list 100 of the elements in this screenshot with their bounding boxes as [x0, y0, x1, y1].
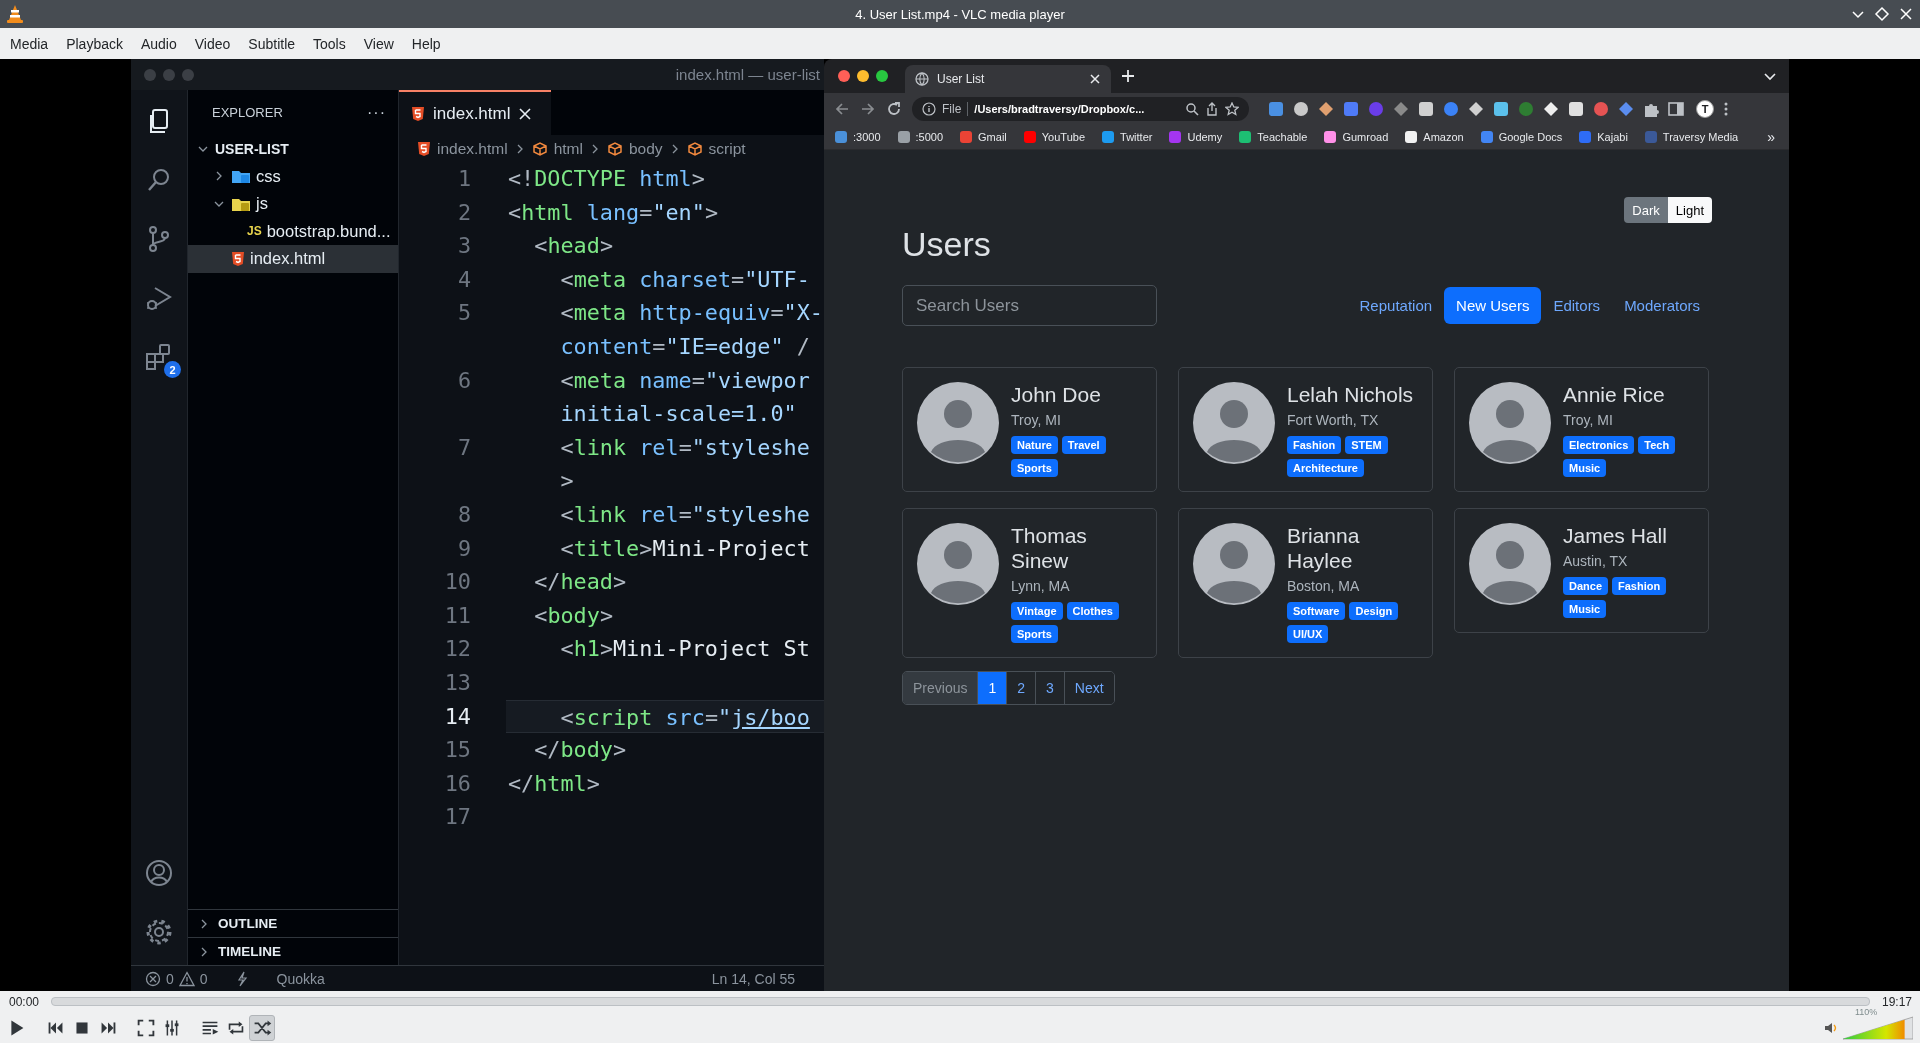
- star-icon[interactable]: [1225, 101, 1239, 116]
- zoom-dot[interactable]: [876, 70, 888, 82]
- menu-item[interactable]: Audio: [131, 35, 186, 52]
- share-icon[interactable]: [1205, 101, 1219, 116]
- account-icon[interactable]: [144, 858, 174, 888]
- extension-icon[interactable]: [1317, 99, 1335, 118]
- filter-tab[interactable]: New Users: [1444, 287, 1542, 324]
- bookmark-link[interactable]: Gumroad: [1324, 130, 1389, 143]
- menu-item[interactable]: Subtitle: [239, 35, 305, 52]
- breadcrumb-item[interactable]: body: [628, 139, 663, 158]
- tree-item[interactable]: JS bootstrap.bund...: [188, 217, 398, 245]
- avatar-icon: [1193, 523, 1275, 605]
- reload-icon[interactable]: [886, 100, 902, 117]
- window-control-dot[interactable]: [182, 68, 194, 81]
- breadcrumb-item[interactable]: html: [553, 139, 583, 158]
- bookmark-link[interactable]: Gmail: [960, 130, 1007, 143]
- volume-slider[interactable]: [1843, 1015, 1913, 1040]
- status-item[interactable]: Quokka: [276, 970, 325, 987]
- menu-item[interactable]: Video: [185, 35, 240, 52]
- breadcrumb-item[interactable]: script: [708, 139, 746, 158]
- tag-badge: Design: [1349, 602, 1399, 620]
- close-icon[interactable]: [1898, 6, 1914, 22]
- tag-badge: Clothes: [1066, 602, 1119, 620]
- code-line: <title>Mini-Project: [559, 535, 810, 561]
- info-icon[interactable]: [922, 101, 936, 116]
- menu-item[interactable]: Help: [402, 35, 450, 52]
- tree-item[interactable]: css: [188, 162, 398, 190]
- extension-icon[interactable]: [1542, 99, 1560, 118]
- bookmark-link[interactable]: Google Docs: [1480, 130, 1563, 143]
- bookmark-link[interactable]: YouTube: [1023, 130, 1086, 143]
- bookmark-link[interactable]: Traversy Media: [1644, 130, 1739, 143]
- breadcrumb-item[interactable]: index.html: [437, 139, 508, 158]
- theme-button[interactable]: Light: [1667, 197, 1712, 223]
- theme-button[interactable]: Dark: [1624, 197, 1668, 223]
- bookmark-link[interactable]: Amazon: [1405, 130, 1464, 143]
- close-dot[interactable]: [838, 70, 850, 82]
- more-actions-button[interactable]: ···: [367, 103, 386, 122]
- line-number: 3: [456, 232, 471, 261]
- back-icon[interactable]: [834, 100, 850, 117]
- maximize-icon[interactable]: [1874, 6, 1890, 22]
- user-name: John Doe: [1011, 382, 1102, 407]
- page-button[interactable]: Next: [1063, 672, 1114, 704]
- extension-icon[interactable]: [1567, 99, 1585, 118]
- filter-tab[interactable]: Editors: [1541, 287, 1613, 324]
- new-tab-icon[interactable]: [1121, 69, 1135, 83]
- bookmark-link[interactable]: Teachable: [1239, 130, 1308, 143]
- tree-item[interactable]: js: [188, 190, 398, 218]
- site-icon: [1324, 130, 1337, 143]
- profile-button[interactable]: T: [1696, 99, 1714, 118]
- menu-item[interactable]: Playback: [57, 35, 132, 52]
- menu-item[interactable]: Media: [1, 35, 58, 52]
- lightning-icon[interactable]: [235, 970, 248, 987]
- tag-badge: Software: [1287, 602, 1346, 620]
- extension-icon[interactable]: [1492, 99, 1510, 118]
- section-header[interactable]: TIMELINE: [218, 944, 281, 959]
- bookmark-link[interactable]: Twitter: [1102, 130, 1153, 143]
- file-name: index.html: [250, 249, 326, 269]
- seek-slider[interactable]: [51, 997, 1870, 1006]
- cube-icon: [686, 140, 703, 157]
- close-icon[interactable]: [518, 106, 533, 121]
- extension-icon[interactable]: [1292, 99, 1310, 118]
- page-button[interactable]: 1: [977, 672, 1007, 704]
- page-heading: Users: [902, 224, 992, 265]
- warning-icon[interactable]: [178, 970, 195, 987]
- minimize-dot[interactable]: [857, 70, 869, 82]
- editor-tab[interactable]: index.html: [399, 90, 551, 135]
- window-control-dot[interactable]: [163, 68, 175, 81]
- menu-item[interactable]: Tools: [304, 35, 355, 52]
- section-header[interactable]: OUTLINE: [218, 916, 278, 931]
- shuffle-button[interactable]: [249, 1014, 275, 1041]
- tree-item[interactable]: USER-LIST: [188, 135, 398, 163]
- zoom-icon[interactable]: [1185, 101, 1199, 116]
- cursor-position[interactable]: Ln 14, Col 55: [711, 970, 795, 987]
- forward-icon[interactable]: [860, 100, 876, 117]
- extension-icon[interactable]: [1417, 99, 1435, 118]
- window-control-dot[interactable]: [144, 68, 156, 81]
- search-field[interactable]: Search Users: [902, 285, 1157, 326]
- extension-icon[interactable]: [1467, 99, 1485, 118]
- more-bookmarks-button[interactable]: »: [1767, 128, 1775, 145]
- filter-tab[interactable]: Moderators: [1612, 287, 1712, 324]
- user-location: Austin, TX: [1563, 553, 1629, 569]
- settings-icon[interactable]: [144, 917, 174, 947]
- site-icon: [1644, 130, 1657, 143]
- browser-tab[interactable]: User List: [905, 65, 1111, 93]
- code-line: <meta charset="UTF-: [559, 266, 810, 292]
- bookmark-link[interactable]: Udemy: [1169, 130, 1223, 143]
- close-icon[interactable]: [1089, 73, 1101, 85]
- bookmark-link[interactable]: :5000: [897, 130, 944, 143]
- code-line: content="IE=edge" /: [559, 333, 810, 359]
- address-bar[interactable]: File /Users/bradtraversy/Dropbox/c...: [912, 96, 1249, 121]
- line-number: 4: [456, 265, 471, 294]
- bookmark-link[interactable]: :3000: [835, 130, 881, 143]
- user-location: Troy, MI: [1563, 412, 1614, 428]
- menu-item[interactable]: View: [354, 35, 403, 52]
- error-icon[interactable]: [145, 970, 161, 987]
- line-number: 17: [443, 803, 471, 832]
- tree-item[interactable]: index.html: [188, 245, 398, 273]
- bookmark-link[interactable]: Kajabi: [1579, 130, 1628, 143]
- filter-tab[interactable]: Reputation: [1347, 287, 1445, 324]
- side-panel-icon[interactable]: [1667, 99, 1685, 118]
